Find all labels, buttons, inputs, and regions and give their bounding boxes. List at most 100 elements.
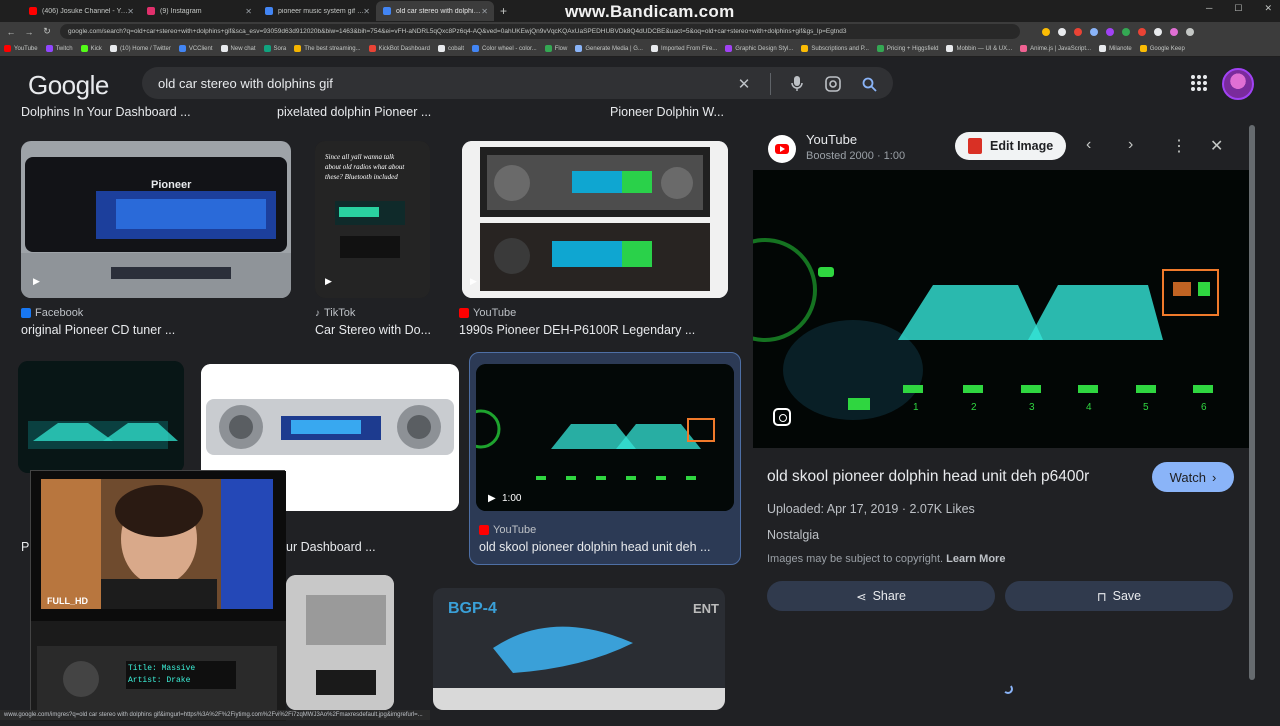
bookmark-item[interactable]: Mobbin — UI & UX...: [946, 45, 1012, 52]
bookmark-item[interactable]: Graphic Design Styl...: [725, 45, 793, 52]
result-title[interactable]: 1990s Pioneer DEH-P6100R Legendary ...: [459, 323, 695, 337]
result-source[interactable]: ♪ TikTok: [315, 307, 355, 319]
extension-icon[interactable]: [1090, 27, 1098, 36]
bookmark-item[interactable]: Anime.js | JavaScript...: [1020, 45, 1091, 52]
tab-0[interactable]: (406) Josuke Channel - YouTub✕: [22, 1, 140, 21]
extension-icon[interactable]: [1170, 27, 1178, 36]
result-source[interactable]: YouTube: [479, 524, 536, 536]
apps-grid-icon[interactable]: [1191, 75, 1207, 91]
scrollbar-thumb[interactable]: [1249, 125, 1255, 680]
result-title[interactable]: old skool pioneer dolphin head unit deh …: [479, 540, 710, 554]
result-thumbnail-selected[interactable]: ▶ 1:00: [476, 364, 734, 511]
lens-icon[interactable]: [823, 74, 843, 94]
result-title[interactable]: ur Dashboard ...: [286, 540, 376, 554]
maximize-icon[interactable]: ☐: [1234, 3, 1242, 14]
search-icon[interactable]: [859, 74, 879, 94]
watch-button[interactable]: Watch ›: [1152, 462, 1234, 492]
bookmark-item[interactable]: KickBot Dashboard: [368, 45, 430, 52]
result-thumbnail[interactable]: Pioneer ▶: [21, 141, 291, 298]
scrollbar[interactable]: [1249, 125, 1255, 680]
google-logo[interactable]: Google: [28, 70, 109, 101]
more-options-icon[interactable]: ⋮: [1171, 136, 1187, 156]
bookmark-item[interactable]: Flow: [544, 45, 567, 52]
result-thumbnail[interactable]: BGP-4 ENT: [433, 588, 725, 710]
bookmark-item[interactable]: YouTube: [4, 45, 38, 52]
track-artist: Artist: Drake: [128, 676, 191, 685]
bookmark-item[interactable]: Imported From Fire...: [650, 45, 717, 52]
preview-image[interactable]: 1 2 3 4 5 6: [753, 170, 1249, 448]
bookmark-item[interactable]: Subscriptions and P...: [801, 45, 869, 52]
extension-icon[interactable]: [1106, 27, 1114, 36]
minimize-icon[interactable]: ─: [1206, 3, 1212, 14]
extension-icon[interactable]: [1154, 27, 1162, 36]
result-title[interactable]: Pioneer Dolphin W...: [610, 105, 724, 119]
result-title[interactable]: original Pioneer CD tuner ...: [21, 323, 175, 337]
close-icon[interactable]: ✕: [245, 7, 252, 16]
clear-icon[interactable]: ✕: [734, 74, 754, 94]
bookmark-item[interactable]: Generate Media | G...: [575, 45, 643, 52]
avatar[interactable]: [1222, 68, 1254, 100]
close-window-icon[interactable]: ✕: [1264, 3, 1272, 14]
new-tab-icon[interactable]: +: [500, 4, 507, 18]
bookmark-item[interactable]: VCClient: [178, 45, 213, 52]
edit-image-button[interactable]: Edit Image: [955, 132, 1066, 160]
result-thumbnail[interactable]: [18, 361, 184, 473]
bookmark-item[interactable]: (10) Home / Twitter: [109, 45, 171, 52]
back-icon[interactable]: ←: [6, 27, 16, 37]
lens-search-icon[interactable]: [773, 408, 791, 426]
next-icon[interactable]: ›: [1128, 136, 1133, 154]
bookmark-item[interactable]: Milanote: [1099, 45, 1132, 52]
chevron-right-icon: ›: [1212, 469, 1217, 485]
bookmark-item[interactable]: Google Keep: [1139, 45, 1185, 52]
track-title: Title: Massive: [128, 664, 196, 673]
extension-icon[interactable]: [1042, 27, 1050, 36]
source-name[interactable]: YouTube: [806, 132, 857, 147]
result-thumbnail[interactable]: Since all yall wanna talk about old radi…: [315, 141, 430, 298]
bookmark-favicon-icon: [4, 45, 11, 52]
result-title[interactable]: Dolphins In Your Dashboard ...: [21, 105, 191, 119]
extension-icon[interactable]: [1074, 27, 1082, 36]
extension-icon[interactable]: [1138, 27, 1146, 36]
microphone-icon[interactable]: [787, 74, 807, 94]
source-label: YouTube: [493, 524, 537, 536]
result-source[interactable]: Facebook: [21, 307, 83, 319]
reload-icon[interactable]: ↻: [42, 26, 52, 37]
result-thumbnail[interactable]: [286, 575, 394, 710]
save-button[interactable]: ⊓ Save: [1005, 581, 1233, 611]
result-thumbnail[interactable]: ▶: [462, 141, 728, 298]
share-button[interactable]: ⋖ Share: [767, 581, 995, 611]
bookmark-item[interactable]: Pricing + Higgsfield: [876, 45, 938, 52]
preset-label: 5: [1143, 402, 1149, 413]
share-icon: ⋖: [856, 589, 867, 604]
previous-icon[interactable]: ‹: [1086, 136, 1091, 154]
extension-icon[interactable]: [1058, 27, 1066, 36]
extension-icon[interactable]: [1122, 27, 1130, 36]
close-icon[interactable]: ✕: [127, 7, 134, 16]
streamer-webcam-overlay: FULL_HD Title: Massive Artist: Drake: [30, 470, 286, 721]
search-input[interactable]: old car stereo with dolphins gif ✕: [142, 67, 893, 99]
forward-icon[interactable]: →: [24, 27, 34, 37]
bookmark-item[interactable]: New chat: [220, 45, 256, 52]
youtube-logo-icon: [768, 135, 796, 163]
tab-2[interactable]: pioneer music system gif - Goo✕: [258, 1, 376, 21]
tab-3-active[interactable]: old car stereo with dolphins gif ✕: [376, 1, 494, 21]
bookmark-item[interactable]: Color wheel - color...: [471, 45, 537, 52]
url-field[interactable]: google.com/search?q=old+car+stereo+with+…: [60, 24, 1020, 39]
bookmark-item[interactable]: Sora: [263, 45, 286, 52]
tab-1[interactable]: (9) Instagram ✕: [140, 1, 258, 21]
close-panel-icon[interactable]: ✕: [1210, 136, 1223, 156]
close-icon[interactable]: ✕: [481, 7, 488, 16]
result-title[interactable]: Car Stereo with Do...: [315, 323, 445, 337]
bookmark-item[interactable]: cobalt: [437, 45, 464, 52]
close-icon[interactable]: ✕: [363, 7, 370, 16]
result-title[interactable]: pixelated dolphin Pioneer ...: [277, 105, 431, 119]
learn-more-link[interactable]: Learn More: [946, 553, 1005, 565]
bookmark-item[interactable]: Twitch: [45, 45, 73, 52]
result-source[interactable]: YouTube: [459, 307, 516, 319]
result-title[interactable]: P: [21, 540, 29, 554]
menu-icon[interactable]: [1186, 27, 1194, 36]
bookmark-item[interactable]: Kick: [80, 45, 102, 52]
bookmark-item[interactable]: The best streaming...: [294, 45, 361, 52]
share-label: Share: [872, 589, 906, 603]
preview-title[interactable]: old skool pioneer dolphin head unit deh …: [767, 468, 1089, 486]
